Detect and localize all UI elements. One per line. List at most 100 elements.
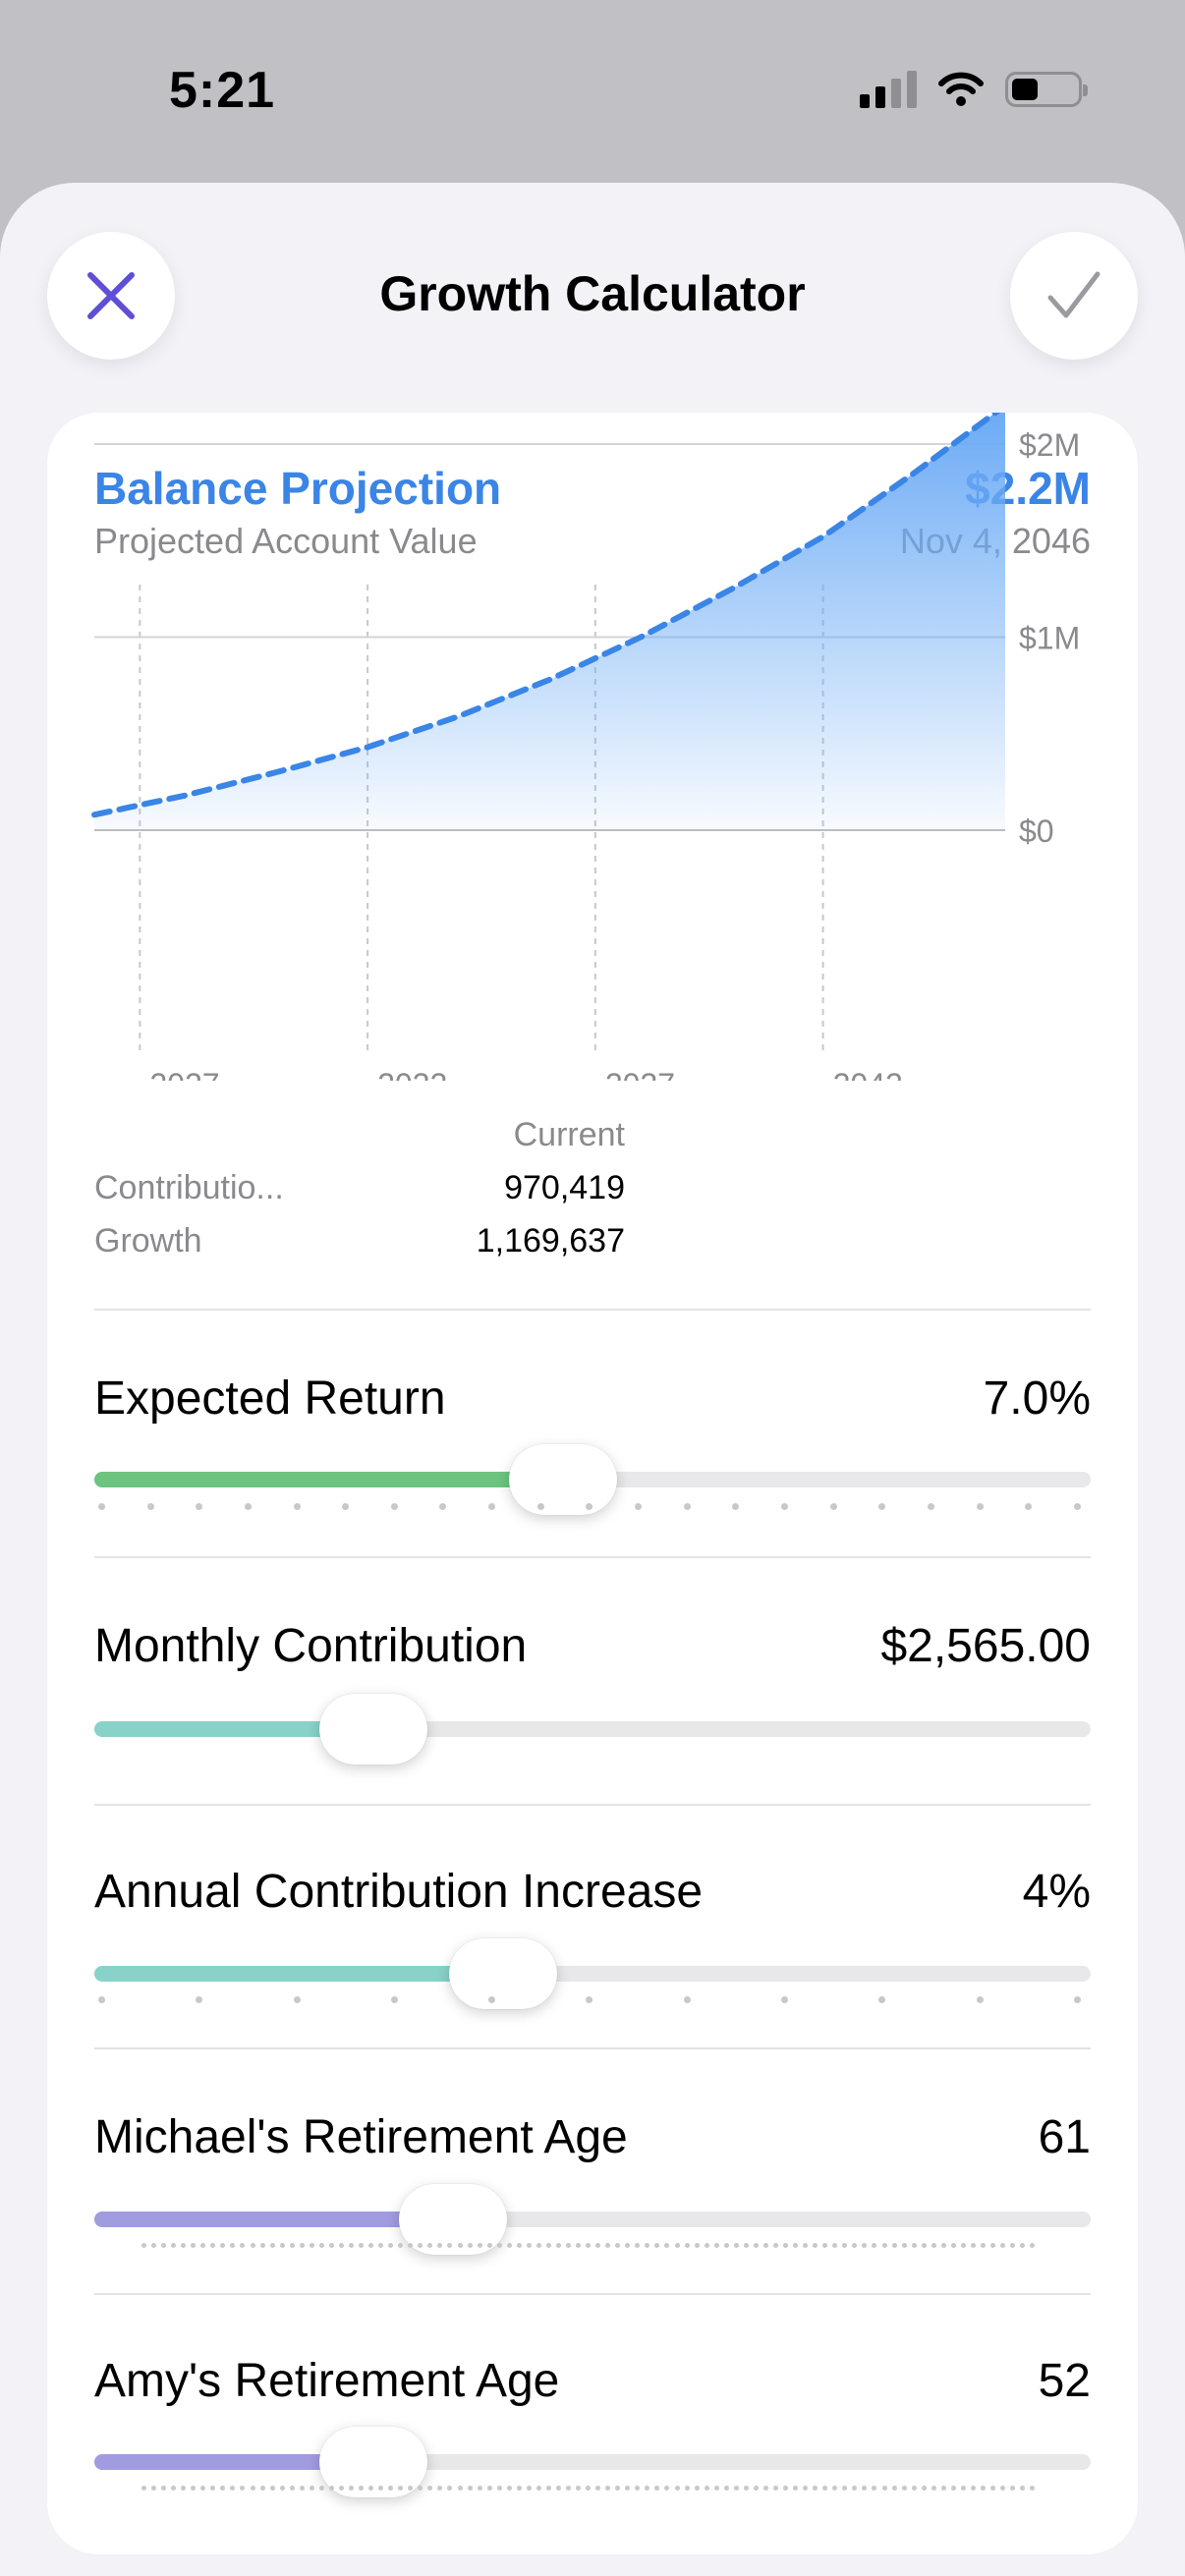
tick-dot xyxy=(684,2486,690,2491)
tick-dot xyxy=(191,2486,197,2491)
tick-dot xyxy=(950,2243,956,2248)
sheet: Growth Calculator Balance Projection $2.… xyxy=(0,183,1185,2576)
tick-dot xyxy=(328,2243,334,2248)
tick-dot xyxy=(683,1996,691,2003)
tick-dot xyxy=(793,2486,799,2491)
tick-dot xyxy=(171,2243,177,2248)
breakdown-label: Growth xyxy=(94,1222,202,1260)
tick-dot xyxy=(595,2486,601,2491)
tick-dot xyxy=(181,2243,187,2248)
tick-dot xyxy=(881,2486,887,2491)
tick-dot xyxy=(1000,2243,1006,2248)
tick-dot xyxy=(488,1996,496,2003)
tick-dot xyxy=(98,1996,105,2003)
tick-dot xyxy=(635,2486,641,2491)
tick-dot xyxy=(832,2243,838,2248)
slider-fill xyxy=(94,1472,563,1487)
tick-dot xyxy=(615,2243,621,2248)
tick-dot xyxy=(289,2486,295,2491)
tick-dot xyxy=(1073,1503,1081,1510)
tick-dot xyxy=(161,2243,167,2248)
tick-dot xyxy=(230,2243,236,2248)
done-button[interactable] xyxy=(1010,232,1138,360)
tick-dot xyxy=(674,2486,680,2491)
tick-dot xyxy=(338,2243,344,2248)
tick-dot xyxy=(555,2486,561,2491)
tick-dot xyxy=(378,2243,384,2248)
slider-label-amy-retirement-age: Amy's Retirement Age xyxy=(94,2355,560,2407)
tick-dot xyxy=(723,2486,729,2491)
tick-dot xyxy=(279,2486,285,2491)
tick-dot xyxy=(368,2243,374,2248)
annual-increase-slider[interactable] xyxy=(94,1938,1091,2009)
tick-dot xyxy=(674,2243,680,2248)
tick-dot xyxy=(911,2486,917,2491)
tick-dot xyxy=(536,1503,544,1510)
tick-dot xyxy=(526,2243,532,2248)
tick-dot xyxy=(921,2243,927,2248)
tick-dot xyxy=(713,2486,719,2491)
tick-dot xyxy=(1073,1996,1081,2003)
tick-dot xyxy=(477,2486,482,2491)
tick-dot xyxy=(210,2486,216,2491)
expected-return-slider[interactable] xyxy=(94,1444,1091,1515)
tick-dot xyxy=(398,2243,404,2248)
tick-dot xyxy=(980,2486,986,2491)
tick-dot xyxy=(635,2243,641,2248)
tick-dot xyxy=(506,2486,512,2491)
tick-dot xyxy=(576,2243,582,2248)
slider-value-annual-increase: 4% xyxy=(1022,1866,1091,1918)
tick-dot xyxy=(161,2486,167,2491)
tick-dot xyxy=(605,2243,611,2248)
tick-dot xyxy=(753,2486,759,2491)
slider-value-monthly-contribution: $2,565.00 xyxy=(880,1620,1091,1672)
michael-retirement-age-slider[interactable] xyxy=(94,2184,1091,2255)
tick-dot xyxy=(931,2486,936,2491)
y-tick-label: $1M xyxy=(1019,621,1080,656)
monthly-contribution-slider[interactable] xyxy=(94,1694,1091,1764)
tick-dot xyxy=(803,2486,809,2491)
tick-dot xyxy=(813,2486,818,2491)
divider xyxy=(94,1804,1091,1806)
tick-dot xyxy=(635,1503,643,1510)
tick-dot xyxy=(477,2243,482,2248)
tick-dot xyxy=(390,1996,398,2003)
tick-dot xyxy=(309,2486,314,2491)
tick-dot xyxy=(210,2243,216,2248)
tick-dot xyxy=(418,2243,423,2248)
tick-dot xyxy=(299,2486,305,2491)
tick-dot xyxy=(664,2243,670,2248)
tick-dot xyxy=(970,2243,976,2248)
breakdown-value: 1,169,637 xyxy=(476,1222,625,1260)
slider-thumb[interactable] xyxy=(318,1694,427,1764)
y-tick-label: $2M xyxy=(1019,427,1080,463)
tick-dot xyxy=(1010,2486,1016,2491)
tick-dot xyxy=(240,2243,246,2248)
tick-dot xyxy=(970,2486,976,2491)
slider-label-michael-retirement-age: Michael's Retirement Age xyxy=(94,2111,628,2163)
tick-dot xyxy=(378,2486,384,2491)
tick-dot xyxy=(694,2243,700,2248)
tick-dot xyxy=(842,2486,848,2491)
slider-value-amy-retirement-age: 52 xyxy=(1038,2355,1091,2407)
amy-retirement-age-slider[interactable] xyxy=(94,2427,1091,2497)
tick-dot xyxy=(390,1503,398,1510)
tick-dot xyxy=(299,2243,305,2248)
tick-dot xyxy=(486,2243,492,2248)
area-fill xyxy=(94,413,1005,830)
tick-dot xyxy=(704,2486,709,2491)
sheet-title: Growth Calculator xyxy=(379,266,806,321)
divider xyxy=(94,1309,1091,1311)
tick-dot xyxy=(645,2486,650,2491)
slider-label-annual-increase: Annual Contribution Increase xyxy=(94,1866,704,1918)
divider xyxy=(94,2047,1091,2049)
tick-dot xyxy=(878,1996,886,2003)
tick-dot xyxy=(309,2243,314,2248)
tick-dot xyxy=(318,2486,324,2491)
tick-dot xyxy=(911,2243,917,2248)
tick-dot xyxy=(783,2243,789,2248)
tick-dot xyxy=(595,2243,601,2248)
tick-dot xyxy=(437,2243,443,2248)
tick-dot xyxy=(439,1503,447,1510)
tick-dot xyxy=(694,2486,700,2491)
